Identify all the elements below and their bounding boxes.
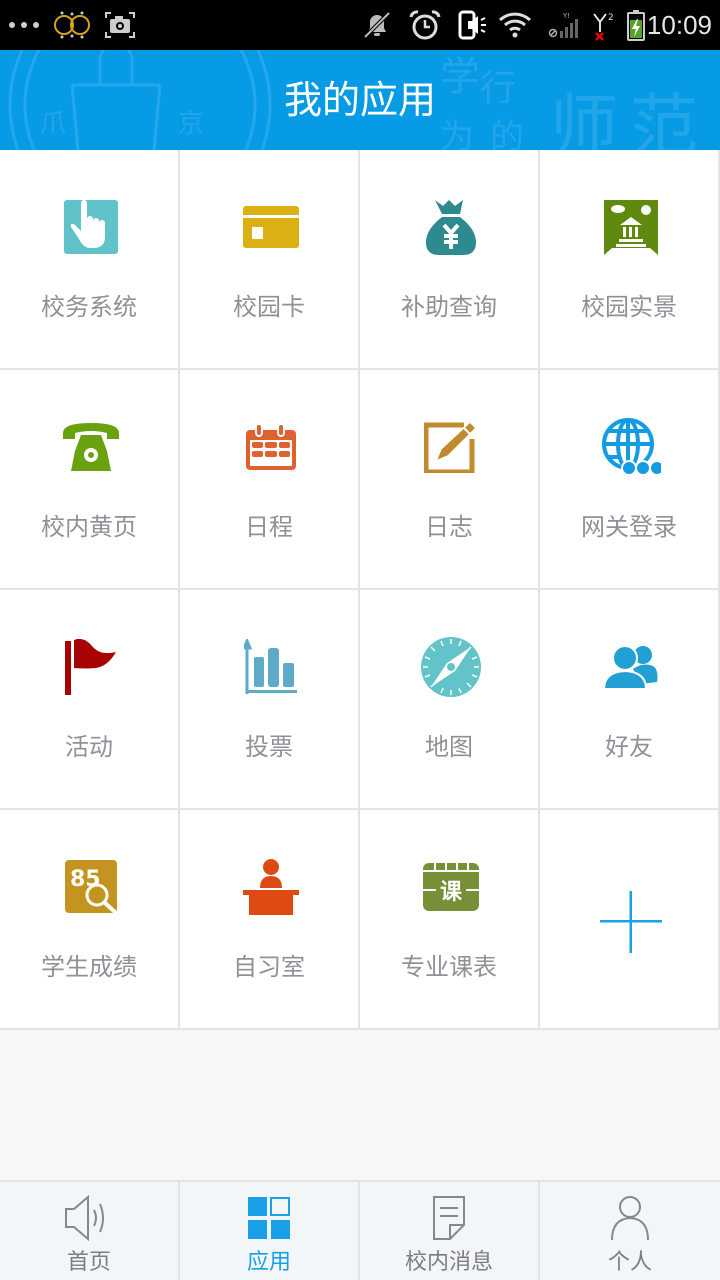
app-header: 爪 京 学 行 为 的 师 范 我的应用	[0, 50, 720, 150]
app-label: 自习室	[233, 953, 305, 981]
app-tile-study-room[interactable]: 自习室	[180, 810, 360, 1030]
app-tile-student-grades[interactable]: 85 学生成绩	[0, 810, 180, 1030]
app-tile-map[interactable]: 地图	[360, 590, 540, 810]
infinity-icon	[52, 0, 92, 50]
globe-network-icon	[599, 415, 663, 479]
app-tile-gateway-login[interactable]: 网关登录	[540, 370, 720, 590]
telephone-icon	[59, 415, 123, 479]
alarm-icon	[408, 0, 442, 50]
tab-apps[interactable]: 应用	[180, 1182, 360, 1280]
course-schedule-icon: 课	[419, 855, 483, 919]
add-icon	[599, 890, 663, 954]
app-label: 专业课表	[401, 953, 497, 981]
phone-vibrate-icon	[456, 0, 490, 50]
app-grid: 校务系统 校园卡 补助查询 校园实景 校内黄页 日程 日志 网关登录 活动 投票…	[0, 150, 720, 1030]
page-title: 我的应用	[283, 78, 436, 122]
svg-text:2: 2	[608, 13, 614, 23]
app-label: 校园卡	[233, 293, 305, 321]
bar-chart-icon	[239, 635, 303, 699]
tab-campus-messages[interactable]: 校内消息	[360, 1182, 540, 1280]
compass-icon	[419, 635, 483, 699]
pointing-hand-icon	[59, 195, 123, 259]
score-search-icon: 85	[59, 855, 123, 919]
svg-text:Y!: Y!	[562, 12, 570, 20]
app-label: 校务系统	[41, 293, 137, 321]
battery-charging-icon	[624, 0, 648, 50]
study-desk-icon	[239, 855, 303, 919]
message-doc-icon	[421, 1194, 477, 1242]
person-icon	[602, 1194, 658, 1242]
app-tile-campus-yellow-pages[interactable]: 校内黄页	[0, 370, 180, 590]
speaker-icon	[61, 1194, 117, 1242]
clock: 10:09	[646, 10, 712, 40]
app-tile-journal[interactable]: 日志	[360, 370, 540, 590]
card-icon	[239, 195, 303, 259]
tab-label: 应用	[246, 1250, 291, 1275]
tab-profile[interactable]: 个人	[540, 1182, 720, 1280]
edit-note-icon	[419, 415, 483, 479]
apps-grid-icon	[241, 1194, 297, 1242]
app-label: 活动	[65, 733, 113, 761]
money-bag-yuan-icon	[419, 195, 483, 259]
app-tile-voting[interactable]: 投票	[180, 590, 360, 810]
course-icon-text: 课	[440, 880, 463, 905]
app-label: 地图	[425, 733, 473, 761]
tab-label: 校内消息	[404, 1250, 493, 1275]
signal-sim1-icon: Y!	[546, 0, 586, 50]
flag-icon	[59, 635, 123, 699]
more-dots-icon	[8, 0, 40, 50]
app-label: 补助查询	[401, 293, 497, 321]
app-tile-academic-system[interactable]: 校务系统	[0, 150, 180, 370]
app-label: 投票	[245, 733, 293, 761]
calendar-icon	[239, 415, 303, 479]
mute-bell-icon	[362, 0, 392, 50]
signal-sim2-no-service-icon: 2	[590, 0, 618, 50]
tab-label: 首页	[66, 1250, 111, 1275]
app-tile-subsidy-query[interactable]: 补助查询	[360, 150, 540, 370]
add-app-button[interactable]	[540, 810, 720, 1030]
app-label: 校内黄页	[41, 513, 137, 541]
app-tile-schedule[interactable]: 日程	[180, 370, 360, 590]
app-tile-campus-card[interactable]: 校园卡	[180, 150, 360, 370]
campus-building-icon	[599, 195, 663, 259]
app-tile-course-schedule[interactable]: 课 专业课表	[360, 810, 540, 1030]
app-tile-friends[interactable]: 好友	[540, 590, 720, 810]
app-tile-activities[interactable]: 活动	[0, 590, 180, 810]
app-label: 网关登录	[581, 513, 677, 541]
app-label: 日程	[245, 513, 293, 541]
wifi-icon	[498, 0, 532, 50]
friends-icon	[599, 635, 663, 699]
status-bar: Y! 2 10:09	[0, 0, 720, 50]
tab-home[interactable]: 首页	[0, 1182, 180, 1280]
app-label: 日志	[425, 513, 473, 541]
app-label: 学生成绩	[41, 953, 137, 981]
app-tile-campus-view[interactable]: 校园实景	[540, 150, 720, 370]
tab-label: 个人	[607, 1250, 652, 1275]
app-label: 校园实景	[581, 293, 677, 321]
screenshot-icon	[104, 0, 136, 50]
app-label: 好友	[605, 733, 653, 761]
bottom-tab-bar: 首页 应用 校内消息 个人	[0, 1180, 720, 1280]
